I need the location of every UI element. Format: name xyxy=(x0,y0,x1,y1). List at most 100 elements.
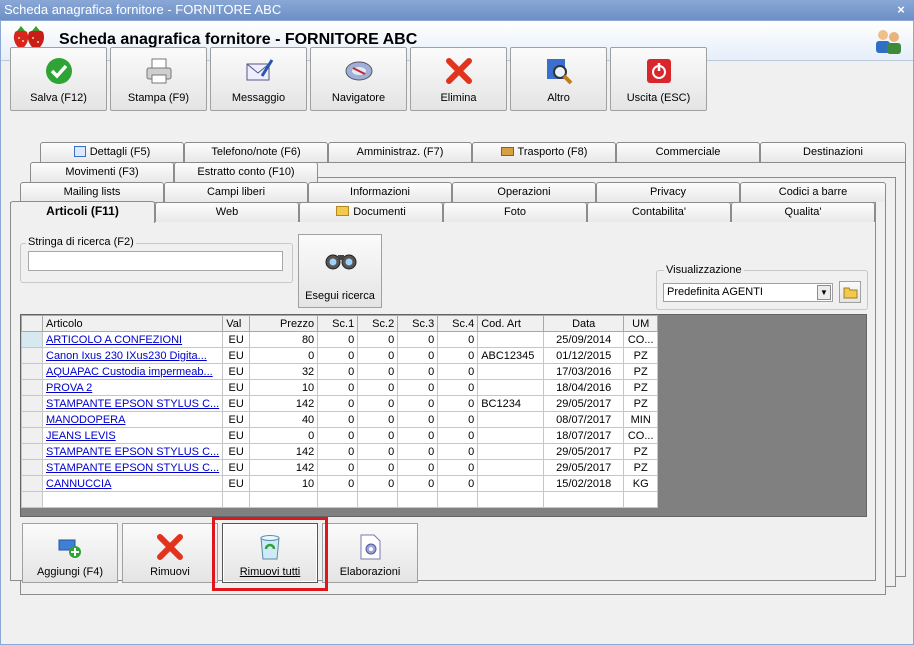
view-group-label: Visualizzazione xyxy=(664,264,744,276)
processing-button[interactable]: Elaborazioni xyxy=(322,523,418,583)
table-row[interactable]: MANODOPERA EU 40 0 0 0 0 08/07/2017 MIN xyxy=(21,411,659,428)
remove-button[interactable]: Rimuovi xyxy=(122,523,218,583)
save-button[interactable]: Salva (F12) xyxy=(10,47,107,111)
tab-estratto-conto[interactable]: Estratto conto (F10) xyxy=(174,162,318,182)
column-header[interactable]: Sc.1 xyxy=(317,315,359,332)
table-row[interactable]: STAMPANTE EPSON STYLUS C... EU 142 0 0 0 0 29/0… xyxy=(21,443,659,460)
table-cell[interactable]: STAMPANTE EPSON STYLUS C... xyxy=(41,459,224,476)
row-header[interactable] xyxy=(21,475,43,492)
tab-operazioni[interactable]: Operazioni xyxy=(452,182,596,202)
tab-telefono-note[interactable]: Telefono/note (F6) xyxy=(184,142,328,162)
table-cell[interactable]: JEANS LEVIS xyxy=(41,427,224,444)
table-cell: EU xyxy=(222,379,251,396)
table-cell: 0 xyxy=(357,363,399,380)
table-cell: 15/02/2018 xyxy=(543,475,625,492)
column-header[interactable]: Data xyxy=(543,315,625,332)
table-cell[interactable]: PROVA 2 xyxy=(41,379,224,396)
row-header[interactable] xyxy=(21,427,43,444)
table-cell: 0 xyxy=(397,475,439,492)
row-header[interactable] xyxy=(21,379,43,396)
table-cell xyxy=(477,427,545,444)
table-cell[interactable]: Canon Ixus 230 IXus230 Digita... xyxy=(41,347,224,364)
table-row[interactable]: STAMPANTE EPSON STYLUS C... EU 142 0 0 0 0 BC12… xyxy=(21,395,659,412)
remove-label: Rimuovi xyxy=(150,566,190,578)
tab-foto[interactable]: Foto xyxy=(443,202,587,222)
table-cell[interactable]: CANNUCCIA xyxy=(41,475,224,492)
row-header[interactable] xyxy=(21,411,43,428)
table-row[interactable]: STAMPANTE EPSON STYLUS C... EU 142 0 0 0 0 29/0… xyxy=(21,459,659,476)
column-header[interactable]: Sc.2 xyxy=(357,315,399,332)
tab-documenti[interactable]: Documenti xyxy=(299,202,443,222)
table-cell: 0 xyxy=(397,427,439,444)
table-cell: 18/07/2017 xyxy=(543,427,625,444)
gear-document-icon xyxy=(360,534,381,560)
column-header[interactable]: Cod. Art xyxy=(477,315,545,332)
table-cell[interactable]: ARTICOLO A CONFEZIONI xyxy=(41,331,224,348)
print-button[interactable]: Stampa (F9) xyxy=(110,47,207,111)
table-cell[interactable]: MANODOPERA xyxy=(41,411,224,428)
row-header[interactable] xyxy=(21,363,43,380)
tab-qualita[interactable]: Qualita' xyxy=(731,202,875,222)
view-select[interactable]: Predefinita AGENTI ▼ xyxy=(663,283,833,302)
chevron-down-icon[interactable]: ▼ xyxy=(817,285,831,300)
table-cell: EU xyxy=(222,411,251,428)
delete-button[interactable]: Elimina xyxy=(410,47,507,111)
table-cell[interactable]: STAMPANTE EPSON STYLUS C... xyxy=(41,395,224,412)
row-header[interactable] xyxy=(21,347,43,364)
other-button[interactable]: Altro xyxy=(510,47,607,111)
table-row[interactable]: JEANS LEVIS EU 0 0 0 0 0 18/07/2017 CO... xyxy=(21,427,659,444)
row-header[interactable] xyxy=(21,331,43,348)
tab-campi-liberi[interactable]: Campi liberi xyxy=(164,182,308,202)
search-input[interactable] xyxy=(28,251,283,271)
column-header[interactable]: Articolo xyxy=(41,315,224,332)
table-row[interactable]: ARTICOLO A CONFEZIONI EU 80 0 0 0 0 25/09/2014 C… xyxy=(21,331,659,348)
column-header[interactable]: Sc.3 xyxy=(397,315,439,332)
message-button[interactable]: Messaggio xyxy=(210,47,307,111)
column-header[interactable]: Val xyxy=(222,315,251,332)
tab-contabilita[interactable]: Contabilita' xyxy=(587,202,731,222)
tab-movimenti[interactable]: Movimenti (F3) xyxy=(30,162,174,182)
table-row[interactable]: AQUAPAC Custodia impermeab... EU 32 0 0 0 0 17/… xyxy=(21,363,659,380)
table-cell: 0 xyxy=(437,427,479,444)
navigator-button[interactable]: Navigatore xyxy=(310,47,407,111)
row-header[interactable] xyxy=(21,443,43,460)
tab-codici-a-barre[interactable]: Codici a barre xyxy=(740,182,886,202)
open-folder-button[interactable] xyxy=(839,281,861,303)
table-cell: 0 xyxy=(357,411,399,428)
table-row[interactable]: CANNUCCIA EU 10 0 0 0 0 15/02/2018 KG xyxy=(21,475,659,492)
tab-articoli[interactable]: Articoli (F11) xyxy=(10,201,155,223)
table-cell xyxy=(222,491,251,508)
tab-amministraz[interactable]: Amministraz. (F7) xyxy=(328,142,472,162)
articles-grid[interactable]: Articolo Val Prezzo Sc.1 Sc.2 Sc.3 Sc.4 … xyxy=(20,314,867,517)
other-label: Altro xyxy=(547,92,570,104)
tab-destinazioni[interactable]: Destinazioni xyxy=(760,142,906,162)
window-close-button[interactable]: × xyxy=(894,3,908,17)
exit-button[interactable]: Uscita (ESC) xyxy=(610,47,707,111)
row-header[interactable] xyxy=(21,459,43,476)
table-cell[interactable]: AQUAPAC Custodia impermeab... xyxy=(41,363,224,380)
table-row[interactable]: PROVA 2 EU 10 0 0 0 0 18/04/2016 PZ xyxy=(21,379,659,396)
tab-privacy[interactable]: Privacy xyxy=(596,182,740,202)
column-header[interactable]: Sc.4 xyxy=(437,315,479,332)
tab-trasporto[interactable]: Trasporto (F8) xyxy=(472,142,616,162)
column-header[interactable]: UM xyxy=(623,315,659,332)
tab-label: Estratto conto (F10) xyxy=(197,166,295,178)
add-button[interactable]: Aggiungi (F4) xyxy=(22,523,118,583)
tab-mailing-lists[interactable]: Mailing lists xyxy=(20,182,164,202)
table-cell: 0 xyxy=(317,347,359,364)
table-row[interactable]: Canon Ixus 230 IXus230 Digita... EU 0 0 0 0 0 A… xyxy=(21,347,659,364)
tab-web[interactable]: Web xyxy=(155,202,299,222)
users-icon[interactable] xyxy=(873,27,903,58)
table-cell[interactable]: STAMPANTE EPSON STYLUS C... xyxy=(41,443,224,460)
search-button[interactable]: Esegui ricerca xyxy=(298,234,382,308)
tab-informazioni[interactable]: Informazioni xyxy=(308,182,452,202)
red-x-icon xyxy=(446,58,472,84)
row-header[interactable] xyxy=(21,395,43,412)
table-cell: 40 xyxy=(249,411,319,428)
tab-dettagli[interactable]: Dettagli (F5) xyxy=(40,142,184,162)
table-cell: 0 xyxy=(437,331,479,348)
tab-commerciale[interactable]: Commerciale xyxy=(616,142,760,162)
table-cell: 0 xyxy=(397,459,439,476)
column-header[interactable]: Prezzo xyxy=(249,315,319,332)
table-cell: 0 xyxy=(437,395,479,412)
